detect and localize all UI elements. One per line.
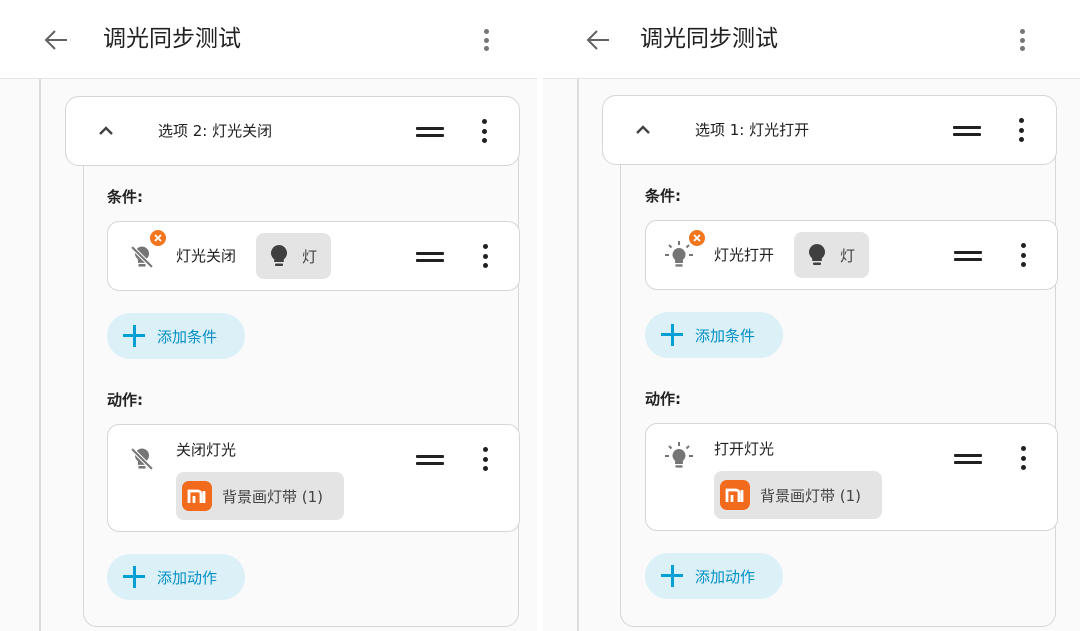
- chevron-up-icon[interactable]: [631, 118, 655, 142]
- page-title: 调光同步测试: [640, 26, 778, 52]
- nesting-rule: [577, 79, 579, 631]
- more-vertical-icon[interactable]: [480, 242, 490, 270]
- lightbulb-off-icon: [130, 245, 154, 269]
- condition-label: 灯光关闭: [176, 247, 237, 265]
- mi-logo-icon: [720, 480, 750, 510]
- plus-icon: [661, 324, 683, 346]
- overflow-menu-button[interactable]: [472, 22, 500, 58]
- drag-handle-icon[interactable]: [954, 452, 982, 466]
- error-badge-icon: [687, 228, 707, 248]
- top-app-bar: 调光同步测试: [543, 0, 1080, 79]
- add-action-button[interactable]: 添加动作: [645, 553, 783, 599]
- more-vertical-icon[interactable]: [1018, 444, 1028, 472]
- option-label: 选项 1: 灯光打开: [695, 121, 810, 139]
- top-app-bar: 调光同步测试: [0, 0, 537, 79]
- chevron-up-icon[interactable]: [94, 119, 118, 143]
- option-body: [83, 130, 519, 627]
- nesting-rule: [39, 79, 41, 631]
- lightbulb-off-icon: [130, 447, 154, 471]
- condition-label: 灯光打开: [714, 246, 775, 264]
- action-label: 打开灯光: [714, 440, 775, 458]
- lightbulb-icon: [271, 245, 287, 266]
- entity-name: 灯: [302, 247, 318, 266]
- more-vertical-icon[interactable]: [1018, 241, 1028, 269]
- error-badge-icon: [148, 228, 168, 248]
- drag-handle-icon[interactable]: [953, 124, 981, 138]
- back-button[interactable]: [38, 24, 74, 56]
- drag-handle-icon[interactable]: [416, 453, 444, 467]
- target-name: 背景画灯带 (1): [760, 486, 862, 505]
- add-condition-button[interactable]: 添加条件: [107, 313, 245, 359]
- conditions-label: 条件:: [107, 188, 143, 206]
- add-action-label: 添加动作: [157, 568, 218, 587]
- entity-chip[interactable]: 灯: [794, 232, 869, 278]
- arrow-left-icon: [44, 30, 67, 50]
- page-title: 调光同步测试: [103, 26, 241, 52]
- lightbulb-on-icon: [665, 442, 693, 468]
- condition-card[interactable]: 灯光打开 灯: [645, 220, 1058, 290]
- add-action-label: 添加动作: [695, 567, 756, 586]
- target-chip[interactable]: 背景画灯带 (1): [714, 471, 882, 519]
- more-vertical-icon: [481, 27, 491, 53]
- target-chip[interactable]: 背景画灯带 (1): [176, 472, 344, 520]
- conditions-label: 条件:: [645, 187, 681, 205]
- more-vertical-icon[interactable]: [479, 117, 489, 145]
- option-header[interactable]: 选项 2: 灯光关闭: [65, 96, 520, 166]
- add-condition-button[interactable]: 添加条件: [645, 312, 783, 358]
- add-action-button[interactable]: 添加动作: [107, 554, 245, 600]
- entity-chip[interactable]: 灯: [256, 233, 331, 279]
- back-button[interactable]: [580, 24, 616, 56]
- arrow-left-icon: [586, 30, 609, 50]
- plus-icon: [123, 566, 145, 588]
- more-vertical-icon[interactable]: [480, 445, 490, 473]
- plus-icon: [661, 565, 683, 587]
- more-vertical-icon[interactable]: [1016, 116, 1026, 144]
- option-label: 选项 2: 灯光关闭: [158, 122, 273, 140]
- action-card[interactable]: 关闭灯光 背景画灯带 (1): [107, 424, 520, 532]
- more-vertical-icon: [1017, 27, 1027, 53]
- option-header[interactable]: 选项 1: 灯光打开: [602, 95, 1057, 165]
- actions-label: 动作:: [107, 391, 143, 409]
- drag-handle-icon[interactable]: [416, 250, 444, 264]
- lightbulb-icon: [809, 244, 825, 265]
- add-condition-label: 添加条件: [695, 326, 756, 345]
- action-card[interactable]: 打开灯光 背景画灯带 (1): [645, 423, 1058, 531]
- action-label: 关闭灯光: [176, 441, 237, 459]
- plus-icon: [123, 325, 145, 347]
- target-name: 背景画灯带 (1): [222, 487, 324, 506]
- entity-name: 灯: [840, 246, 856, 265]
- mi-logo-icon: [182, 481, 212, 511]
- add-condition-label: 添加条件: [157, 327, 218, 346]
- actions-label: 动作:: [645, 390, 681, 408]
- drag-handle-icon[interactable]: [954, 249, 982, 263]
- drag-handle-icon[interactable]: [416, 125, 444, 139]
- condition-card[interactable]: 灯光关闭 灯: [107, 221, 520, 291]
- automation-editor-right: 调光同步测试 选项 1: 灯光打开 条件: 灯光打开 灯 添加条件 动作: 打开…: [543, 0, 1080, 631]
- overflow-menu-button[interactable]: [1008, 22, 1036, 58]
- automation-editor-left: 调光同步测试 选项 2: 灯光关闭 条件: 灯光关闭 灯 添加条件 动作: 关闭…: [0, 0, 537, 631]
